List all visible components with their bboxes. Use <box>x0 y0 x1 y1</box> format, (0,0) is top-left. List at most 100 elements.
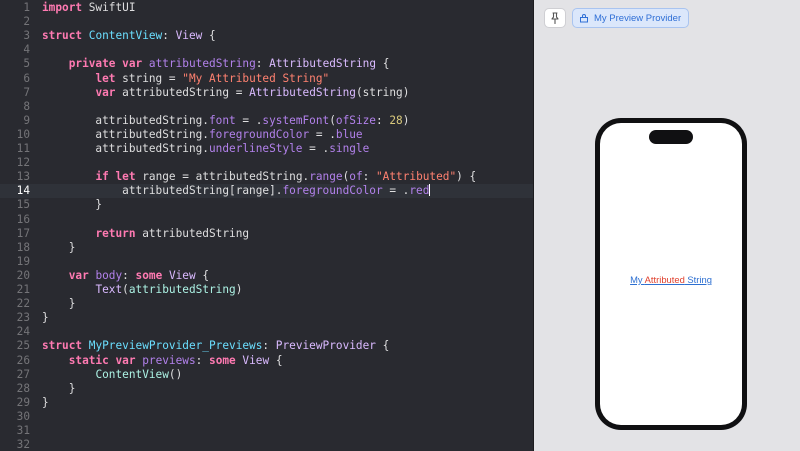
code-line[interactable]: 24 <box>0 325 533 339</box>
code-text: var attributedString = AttributedString(… <box>42 86 409 100</box>
code-line[interactable]: 31 <box>0 424 533 438</box>
code-line[interactable]: 5 private var attributedString: Attribut… <box>0 57 533 71</box>
preview-provider-chip[interactable]: My Preview Provider <box>572 8 690 28</box>
code-line[interactable]: 27 ContentView() <box>0 368 533 382</box>
code-line[interactable]: 7 var attributedString = AttributedStrin… <box>0 86 533 100</box>
code-token: { <box>202 29 216 43</box>
line-number: 8 <box>23 99 30 113</box>
code-line[interactable]: 29} <box>0 396 533 410</box>
code-line[interactable]: 2 <box>0 15 533 29</box>
code-line[interactable]: 22 } <box>0 297 533 311</box>
code-text: import SwiftUI <box>42 1 136 15</box>
code-token: var <box>68 268 89 282</box>
code-text: private var attributedString: Attributed… <box>42 57 390 71</box>
code-token: attributedString = <box>115 85 250 99</box>
code-line[interactable]: 16 <box>0 213 533 227</box>
code-token: private <box>68 57 116 71</box>
code-token: } <box>42 297 76 311</box>
code-line[interactable]: 14 attributedString[range].foregroundCol… <box>0 184 533 199</box>
line-number: 2 <box>23 15 30 29</box>
line-number: 28 <box>16 381 30 395</box>
code-line[interactable]: 18 } <box>0 241 533 255</box>
code-token: = . <box>302 142 330 155</box>
code-line[interactable]: 11 attributedString.underlineStyle = .si… <box>0 142 533 156</box>
line-number: 1 <box>23 1 30 14</box>
code-token: return <box>95 226 136 240</box>
line-number: 5 <box>23 57 30 71</box>
code-line[interactable]: 3 struct ContentView: View { <box>0 29 533 43</box>
code-token: underlineStyle <box>208 142 303 155</box>
code-token: } <box>42 395 49 409</box>
code-token: SwiftUI <box>82 1 136 14</box>
code-token: : <box>375 113 390 127</box>
code-text: attributedString[range].foregroundColor … <box>42 184 431 198</box>
line-number: 20 <box>16 268 30 282</box>
code-line[interactable]: 10 attributedString.foregroundColor = .b… <box>0 128 533 142</box>
preview-canvas: My Preview Provider My Attributed String <box>533 0 800 451</box>
line-number: 29 <box>16 395 30 409</box>
code-editor[interactable]: 1 import SwiftUI 2 3 struct ContentView: Vie… <box>0 0 533 451</box>
code-token: var <box>122 57 143 71</box>
code-line[interactable]: 1 import SwiftUI <box>0 1 533 15</box>
code-token: let <box>95 71 116 85</box>
line-number: 25 <box>16 339 30 353</box>
code-token: attributedString <box>128 283 236 296</box>
code-token: View <box>242 353 270 367</box>
code-text: return attributedString <box>42 227 249 241</box>
preview-text-after: String <box>684 274 712 285</box>
code-token: of <box>349 170 363 184</box>
code-text: attributedString.font = .systemFont(ofSi… <box>42 114 409 128</box>
code-line[interactable]: 4 <box>0 43 533 57</box>
code-line[interactable]: 32 <box>0 438 533 451</box>
code-token: { <box>269 353 283 367</box>
code-token: some <box>135 268 163 282</box>
code-token: import <box>42 1 83 14</box>
code-line[interactable]: 23} <box>0 311 533 325</box>
line-number: 10 <box>16 127 30 141</box>
code-line[interactable]: 15 } <box>0 198 533 212</box>
dynamic-island <box>649 130 693 144</box>
code-token: ContentView <box>88 29 163 43</box>
code-token: some <box>209 353 236 367</box>
code-token: ( <box>122 283 129 296</box>
device-icon <box>580 13 588 22</box>
code-line[interactable]: 28 } <box>0 382 533 396</box>
code-line[interactable]: 12 <box>0 156 533 170</box>
code-token: single <box>329 142 370 155</box>
code-token: : <box>122 268 136 282</box>
code-token: "My Attributed String" <box>182 71 330 85</box>
code-token: { <box>376 57 390 71</box>
code-line[interactable]: 17 return attributedString <box>0 227 533 241</box>
code-line[interactable]: 25 struct MyPreviewProvider_Previews: Pre… <box>0 339 533 353</box>
code-line[interactable]: 26 static var previews: some View { <box>0 354 533 368</box>
code-token: let <box>115 170 136 184</box>
code-line[interactable]: 21 Text(attributedString) <box>0 283 533 297</box>
line-number: 22 <box>16 297 30 311</box>
code-text: } <box>42 311 49 325</box>
code-line[interactable]: 30 <box>0 410 533 424</box>
code-token: blue <box>335 127 363 141</box>
code-line[interactable]: 20 var body: some View { <box>0 269 533 283</box>
pin-preview-button[interactable] <box>544 8 566 28</box>
code-token: string = <box>115 71 183 85</box>
code-token: if <box>95 170 109 184</box>
code-token: ( <box>329 113 336 127</box>
code-line[interactable]: 6 let string = "My Attributed String" <box>0 72 533 86</box>
code-token: ContentView <box>95 367 169 381</box>
line-number: 7 <box>23 85 30 99</box>
code-text: } <box>42 198 102 212</box>
line-number: 13 <box>16 170 30 184</box>
code-line[interactable]: 8 <box>0 100 533 114</box>
device-frame: My Attributed String <box>595 118 747 430</box>
preview-provider-label: My Preview Provider <box>594 12 682 24</box>
code-token: } <box>42 381 76 395</box>
code-line[interactable]: 9 attributedString.font = .systemFont(of… <box>0 114 533 128</box>
code-line[interactable]: 13 if let range = attributedString.range… <box>0 170 533 184</box>
code-text: static var previews: some View { <box>42 354 283 368</box>
code-line[interactable]: 19 <box>0 255 533 269</box>
